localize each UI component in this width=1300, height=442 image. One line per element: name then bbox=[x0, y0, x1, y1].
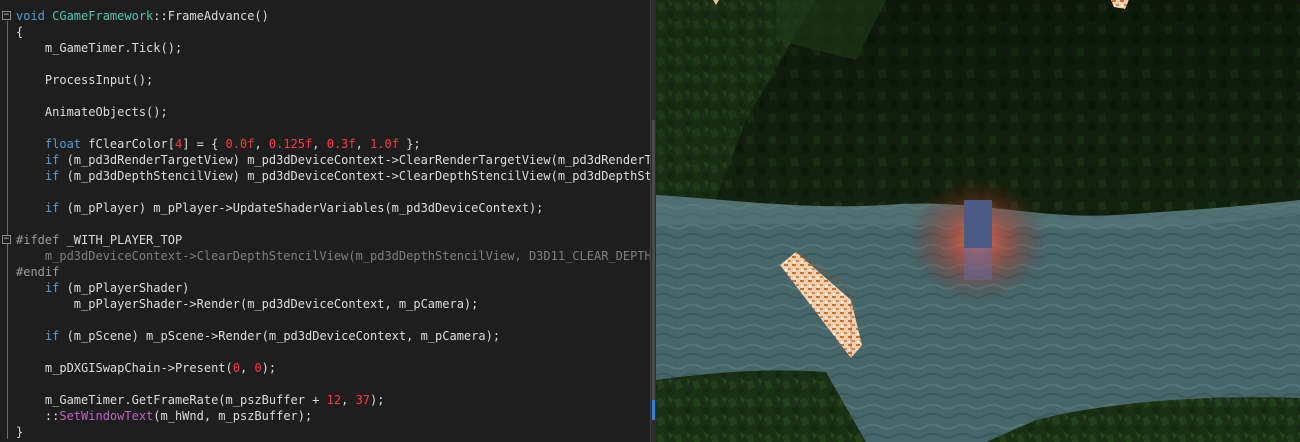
code-line[interactable]: ProcessInput(); bbox=[16, 72, 650, 88]
code-line[interactable]: void CGameFramework::FrameAdvance() bbox=[16, 8, 650, 24]
code-token: 0 bbox=[254, 361, 262, 375]
code-token: } bbox=[16, 425, 24, 439]
code-token: { bbox=[16, 25, 24, 39]
code-line[interactable] bbox=[16, 312, 650, 328]
fold-gutter: − − bbox=[0, 0, 14, 442]
player-character bbox=[964, 200, 992, 248]
code-token: #endif bbox=[16, 265, 60, 279]
fold-guide-line bbox=[7, 21, 8, 439]
code-line[interactable]: AnimateObjects(); bbox=[16, 104, 650, 120]
code-token: ProcessInput(); bbox=[16, 73, 154, 87]
code-line[interactable]: m_pDXGISwapChain->Present(0, 0); bbox=[16, 360, 650, 376]
code-token: SetWindowText bbox=[59, 409, 154, 423]
code-token: (m_pPlayerShader) bbox=[66, 281, 190, 295]
code-line[interactable]: m_pPlayerShader->Render(m_pd3dDeviceCont… bbox=[16, 296, 650, 312]
code-line[interactable]: if (m_pd3dDepthStencilView) m_pd3dDevice… bbox=[16, 168, 650, 184]
code-line[interactable]: if (m_pd3dRenderTargetView) m_pd3dDevice… bbox=[16, 152, 650, 168]
code-token: 1.0f bbox=[370, 137, 399, 151]
code-token: if bbox=[16, 281, 67, 295]
collapse-icon[interactable]: − bbox=[2, 235, 11, 244]
code-token: _WITH_PLAYER_TOP bbox=[66, 233, 183, 247]
code-token: m_pPlayerShader->Render(m_pd3dDeviceCont… bbox=[16, 297, 479, 311]
code-line[interactable]: { bbox=[16, 24, 650, 40]
code-line[interactable]: m_GameTimer.Tick(); bbox=[16, 40, 650, 56]
code-token: (m_pScene) m_pScene->Render(m_pd3dDevice… bbox=[66, 329, 501, 343]
code-token: if bbox=[16, 169, 67, 183]
code-line[interactable]: ::SetWindowText(m_hWnd, m_pszBuffer); bbox=[16, 408, 650, 424]
code-line[interactable]: if (m_pPlayerShader) bbox=[16, 280, 650, 296]
scrollbar-track[interactable] bbox=[652, 120, 655, 410]
code-token: void bbox=[16, 9, 53, 23]
code-token: 37 bbox=[355, 393, 371, 407]
code-token: CGameFramework bbox=[52, 9, 154, 23]
code-token: ::FrameAdvance() bbox=[153, 9, 269, 23]
code-token: ] = { bbox=[182, 137, 226, 151]
code-line[interactable]: #endif bbox=[16, 264, 650, 280]
code-line[interactable] bbox=[16, 56, 650, 72]
collapse-icon[interactable]: − bbox=[2, 11, 11, 20]
code-token: , bbox=[239, 361, 255, 375]
code-line[interactable]: if (m_pPlayer) m_pPlayer->UpdateShaderVa… bbox=[16, 200, 650, 216]
code-token: , bbox=[341, 393, 356, 407]
code-line[interactable] bbox=[16, 216, 650, 232]
code-token: m_GameTimer.Tick(); bbox=[16, 41, 183, 55]
code-token: 0.125f bbox=[268, 137, 313, 151]
code-editor[interactable]: − − void CGameFramework::FrameAdvance(){… bbox=[0, 0, 650, 442]
code-line[interactable]: float fClearColor[4] = { 0.0f, 0.125f, 0… bbox=[16, 136, 650, 152]
code-token: fClearColor[ bbox=[88, 137, 175, 151]
code-token: if bbox=[16, 153, 67, 167]
code-line[interactable] bbox=[16, 344, 650, 360]
code-text[interactable]: void CGameFramework::FrameAdvance(){ m_G… bbox=[16, 8, 650, 440]
code-token: (m_pd3dDepthStencilView) m_pd3dDeviceCon… bbox=[66, 169, 650, 183]
code-token: m_pd3dDeviceContext->ClearDepthStencilVi… bbox=[16, 249, 650, 263]
code-token: if bbox=[16, 329, 67, 343]
code-line[interactable] bbox=[16, 184, 650, 200]
code-token: 0.3f bbox=[326, 137, 356, 151]
code-line[interactable]: #ifdef _WITH_PLAYER_TOP bbox=[16, 232, 650, 248]
code-token: AnimateObjects(); bbox=[16, 105, 168, 119]
code-line[interactable] bbox=[16, 88, 650, 104]
code-line[interactable]: } bbox=[16, 424, 650, 440]
code-line[interactable] bbox=[16, 120, 650, 136]
code-token: (m_pd3dRenderTargetView) m_pd3dDeviceCon… bbox=[66, 153, 650, 167]
scrollbar-caret-marker bbox=[652, 400, 655, 420]
code-token: m_GameTimer.GetFrameRate(m_pszBuffer + bbox=[16, 393, 327, 407]
code-token: :: bbox=[16, 409, 60, 423]
player-reflection bbox=[964, 248, 992, 280]
code-line[interactable]: if (m_pScene) m_pScene->Render(m_pd3dDev… bbox=[16, 328, 650, 344]
code-token: float bbox=[16, 137, 89, 151]
code-line[interactable] bbox=[16, 376, 650, 392]
code-token: (m_pPlayer) m_pPlayer->UpdateShaderVaria… bbox=[66, 201, 544, 215]
code-token: }; bbox=[398, 137, 421, 151]
code-token: 12 bbox=[326, 393, 342, 407]
code-line[interactable]: m_GameTimer.GetFrameRate(m_pszBuffer + 1… bbox=[16, 392, 650, 408]
game-scene bbox=[656, 0, 1300, 442]
game-viewport[interactable] bbox=[656, 0, 1300, 442]
code-token: 0.0f bbox=[225, 137, 255, 151]
code-token: , bbox=[254, 137, 269, 151]
code-token: , bbox=[312, 137, 327, 151]
code-token: #ifdef bbox=[16, 233, 67, 247]
code-token: , bbox=[355, 137, 371, 151]
code-token: 0 bbox=[232, 361, 240, 375]
code-token: ); bbox=[261, 361, 277, 375]
code-token: (m_hWnd, m_pszBuffer); bbox=[153, 409, 313, 423]
code-line[interactable]: m_pd3dDeviceContext->ClearDepthStencilVi… bbox=[16, 248, 650, 264]
code-token: if bbox=[16, 201, 67, 215]
code-token: ); bbox=[370, 393, 385, 407]
code-token: m_pDXGISwapChain->Present( bbox=[16, 361, 233, 375]
